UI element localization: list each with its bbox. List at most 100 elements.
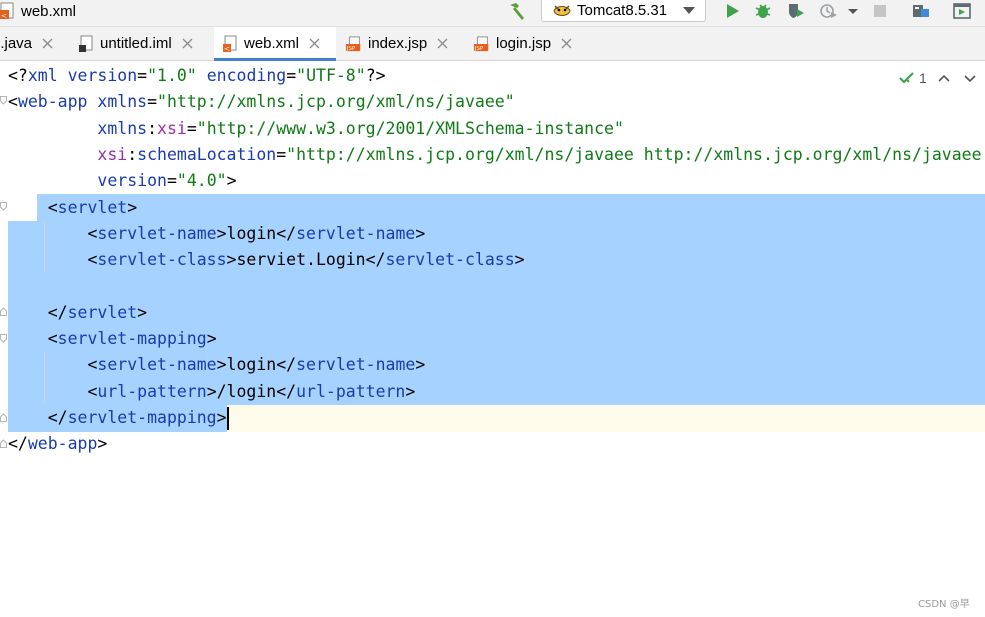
code-token: > [405, 381, 416, 401]
code-line[interactable]: <servlet-name>login</servlet-name> [8, 221, 985, 247]
code-token: : [147, 118, 158, 138]
code-token: encoding [206, 66, 287, 85]
fold-marker-icon[interactable] [0, 439, 7, 448]
code-token: xsi [97, 144, 128, 164]
code-token: servlet-mapping [57, 329, 207, 348]
tab-label: untitled.iml [100, 35, 172, 52]
code-token: ?> [365, 66, 386, 85]
code-token: xsi [157, 118, 187, 138]
chevron-down-icon[interactable] [963, 71, 977, 85]
editor-tab-bar: n.java untitled.iml < web.xml JSP index.… [0, 27, 985, 61]
coverage-icon[interactable] [785, 1, 807, 21]
code-token: >login</ [216, 355, 297, 375]
close-icon[interactable] [561, 38, 572, 49]
tab-java[interactable]: n.java [0, 27, 70, 60]
profile-icon[interactable] [818, 1, 840, 21]
xml-file-icon: < [223, 35, 237, 53]
close-icon[interactable] [309, 38, 320, 49]
iml-file-icon [79, 35, 93, 52]
fold-marker-icon[interactable] [0, 307, 7, 316]
svg-text:<: < [224, 45, 230, 53]
tab-web-xml[interactable]: < web.xml [214, 27, 336, 61]
code-line[interactable] [8, 273, 985, 299]
code-token: </ [8, 434, 28, 454]
tab-index-jsp[interactable]: JSP index.jsp [346, 27, 462, 60]
code-token: > [127, 197, 138, 217]
svg-text:JSP: JSP [474, 46, 484, 52]
xml-file-icon: < [0, 2, 16, 20]
code-token: >serviet.Login</ [226, 250, 386, 270]
code-token: = [137, 66, 148, 85]
code-token: = [276, 144, 287, 164]
debug-icon[interactable] [752, 1, 774, 21]
jsp-file-icon: JSP [346, 35, 361, 52]
code-token: "4.0" [176, 171, 227, 191]
code-token: >login</ [216, 223, 297, 243]
code-token: url-pattern [296, 381, 406, 401]
code-editor[interactable]: <?xml version="1.0" encoding="UTF-8"?> <w… [0, 62, 985, 617]
code-token: web-app [17, 92, 88, 112]
chevron-up-icon[interactable] [937, 71, 951, 85]
run-configuration-dropdown[interactable]: Tomcat8.5.31 [541, 0, 706, 22]
code-token: "http://xmlns.jcp.org/xml/ns/javaee" [157, 92, 515, 112]
code-line[interactable]: </servlet> [8, 300, 985, 326]
code-token: version [97, 171, 167, 191]
code-token: servlet [67, 302, 138, 322]
stop-icon[interactable] [869, 1, 891, 21]
close-icon[interactable] [182, 38, 193, 49]
code-token: < [8, 197, 58, 217]
code-line[interactable]: </servlet-mapping> [8, 405, 985, 431]
code-token: = [286, 66, 297, 85]
run-icon[interactable] [721, 1, 743, 21]
code-line[interactable]: </web-app> [8, 431, 985, 457]
code-token: url-pattern [97, 381, 207, 401]
title-toolbar: < web.xml Tomcat8.5.31 [0, 0, 985, 27]
fold-marker-icon[interactable] [0, 334, 7, 343]
tab-label: login.jsp [496, 35, 552, 52]
code-line[interactable]: <servlet-name>login</servlet-name> [8, 352, 985, 378]
code-line[interactable]: <servlet-class>serviet.Login</servlet-cl… [8, 247, 985, 273]
inspection-count: 1 [919, 70, 927, 86]
code-line[interactable]: <servlet> [8, 195, 985, 221]
code-token: xml [27, 66, 68, 85]
code-line[interactable]: <servlet-mapping> [8, 326, 985, 352]
code-token: > [415, 355, 426, 375]
tab-label: index.jsp [368, 35, 428, 52]
code-token: < [8, 355, 98, 375]
watermark: CSDN @早 [918, 599, 970, 610]
code-token: < [8, 92, 18, 112]
fold-marker-icon[interactable] [0, 96, 7, 105]
code-token: servlet-name [296, 355, 416, 375]
window-title-text: web.xml [21, 2, 77, 20]
code-token: "http://www.w3.org/2001/XMLSchema-instan… [196, 118, 624, 138]
code-token: < [8, 250, 98, 270]
code-line[interactable]: xmlns:xsi="http://www.w3.org/2001/XMLSch… [8, 116, 985, 142]
code-line[interactable]: xsi:schemaLocation="http://xmlns.jcp.org… [8, 142, 985, 168]
inspection-widget[interactable]: 1 [898, 70, 977, 86]
svg-text:JSP: JSP [346, 46, 356, 52]
code-line[interactable]: <url-pattern>/login</url-pattern> [8, 379, 985, 405]
fold-marker-icon[interactable] [0, 413, 7, 422]
code-token: > [216, 407, 227, 427]
tab-untitled-iml[interactable]: untitled.iml [78, 27, 210, 60]
jsp-file-icon: JSP [474, 35, 489, 52]
code-line[interactable]: <web-app xmlns="http://xmlns.jcp.org/xml… [8, 89, 985, 115]
code-line[interactable]: version="4.0"> [8, 168, 985, 194]
code-token: </ [8, 302, 68, 322]
close-icon[interactable] [42, 38, 53, 49]
close-icon[interactable] [437, 38, 448, 49]
code-token: : [127, 144, 138, 164]
code-line[interactable]: <?xml version="1.0" encoding="UTF-8"?> [8, 63, 985, 89]
code-token: = [166, 171, 177, 191]
tab-login-jsp[interactable]: JSP login.jsp [474, 27, 590, 60]
run-window-icon[interactable] [951, 1, 973, 21]
project-structure-icon[interactable] [910, 1, 932, 21]
profile-dropdown-chevron-icon[interactable] [842, 1, 858, 21]
hammer-icon[interactable] [506, 1, 528, 21]
fold-marker-icon[interactable] [0, 202, 7, 211]
code-token: servlet-class [385, 250, 515, 270]
